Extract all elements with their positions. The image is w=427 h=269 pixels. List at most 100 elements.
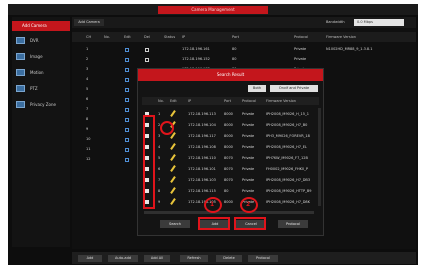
edit-icon[interactable] <box>125 158 129 162</box>
vertical-scrollbar[interactable] <box>318 108 321 206</box>
edit-icon[interactable] <box>125 108 129 112</box>
privacy-icon <box>16 101 25 108</box>
cell-no: 4 <box>158 145 161 149</box>
list-item[interactable]: 1 172.18.196.113 8000 Private IPH2008_M9026_… <box>142 109 319 119</box>
sidebar-item-label: Motion <box>30 70 44 75</box>
cell-no: 9 <box>158 200 161 204</box>
window-title: Camera Management <box>158 6 268 14</box>
bandwidth-label: Bandwidth <box>326 20 345 24</box>
protocol-filter-select[interactable]: Onvif and Private <box>270 85 318 92</box>
monitor-icon <box>16 37 25 44</box>
table-row[interactable]: 2 172.18.196.152 80 Private <box>72 55 416 64</box>
cell-firmware: IPH2008_M9026_H7_DB3 <box>266 178 311 182</box>
sidebar-item-privacy-zone[interactable]: Privacy Zone <box>12 98 70 111</box>
dialog-title: Search Result <box>138 69 323 81</box>
list-item[interactable]: 9 172.18.196.105 8000 Private IPH2008_M9026_… <box>142 197 319 207</box>
cell-protocol: Private <box>242 134 255 138</box>
sidebar-item-add-camera[interactable]: Add Camera <box>12 21 70 31</box>
list-item[interactable]: 6 172.18.196.101 8070 Private FH0002_M9026_F… <box>142 164 319 174</box>
cell-ch: 3 <box>86 67 89 71</box>
cell-port: 8000 <box>224 112 233 116</box>
edit-icon[interactable] <box>125 48 129 52</box>
edit-icon[interactable] <box>125 68 129 72</box>
cell-port: 8000 <box>224 123 233 127</box>
list-item[interactable]: 7 172.18.196.103 8070 Private IPH2008_M9026_… <box>142 175 319 185</box>
pencil-icon[interactable] <box>170 176 176 183</box>
highlight-circle <box>160 121 174 135</box>
table-row[interactable]: 1 172.18.196.161 80 Private N1002HD_MR88_9_1… <box>72 45 416 54</box>
sidebar-item-motion[interactable]: Motion <box>12 66 70 79</box>
cell-ch: 5 <box>86 87 89 91</box>
edit-icon[interactable] <box>125 98 129 102</box>
motion-icon <box>16 69 25 76</box>
pencil-icon[interactable] <box>170 187 176 194</box>
list-item[interactable]: 5 172.18.196.110 8070 Private IPH7KW_M9026_F… <box>142 153 319 163</box>
cell-firmware: IPH7KW_M9026_F7_12B <box>266 156 308 160</box>
sidebar-item-label: Image <box>30 54 43 59</box>
column-header: No. <box>104 35 110 39</box>
list-item[interactable]: 8 172.18.196.115 80 Private IPH2008_M9026_HT… <box>142 186 319 196</box>
edit-icon[interactable] <box>125 128 129 132</box>
edit-icon[interactable] <box>125 88 129 92</box>
cell-ip: 172.18.196.104 <box>188 123 216 127</box>
column-header: No. <box>158 99 164 103</box>
list-item[interactable]: 4 172.18.196.108 8000 Private IPH2008_M9026_… <box>142 142 319 152</box>
tab-add-camera[interactable]: Add Camera <box>74 19 104 26</box>
pencil-icon[interactable] <box>170 110 176 117</box>
delete-icon[interactable] <box>145 58 149 62</box>
horizontal-scrollbar[interactable] <box>144 211 314 214</box>
cell-port: 80 <box>232 57 237 61</box>
pencil-icon[interactable] <box>170 165 176 172</box>
edit-icon[interactable] <box>125 148 129 152</box>
cell-firmware: IPH3_M9026_FOREVR_18 <box>266 134 310 138</box>
delete-button[interactable]: Delete <box>216 255 242 262</box>
cell-ip: 172.18.196.161 <box>182 47 210 51</box>
refresh-button[interactable]: Refresh <box>180 255 208 262</box>
column-header: Firmware Version <box>266 99 297 103</box>
cell-ip: 172.18.196.152 <box>182 57 210 61</box>
cell-ip: 172.18.196.101 <box>188 167 216 171</box>
add-button[interactable]: Add <box>78 255 102 262</box>
delete-icon[interactable] <box>145 48 149 52</box>
cell-ch: 9 <box>86 127 89 131</box>
edit-icon[interactable] <box>125 138 129 142</box>
cell-protocol: Private <box>242 112 255 116</box>
cell-ch: 4 <box>86 77 89 81</box>
title-bar: Camera Management <box>8 4 418 15</box>
cell-port: 8070 <box>224 178 233 182</box>
auto-add-button[interactable]: Auto-add <box>108 255 138 262</box>
protocol-settings-button[interactable]: Protocol <box>278 220 308 228</box>
column-header: Port <box>224 99 231 103</box>
pencil-icon[interactable] <box>170 154 176 161</box>
cell-no: 3 <box>158 134 161 138</box>
cancel-button-highlight <box>234 217 266 230</box>
cell-ch: 7 <box>86 107 89 111</box>
pencil-icon[interactable] <box>170 198 176 205</box>
protocol-button[interactable]: Protocol <box>248 255 278 262</box>
column-header: CH <box>86 35 92 39</box>
cell-port: 8000 <box>224 145 233 149</box>
cell-ch: 12 <box>86 157 91 161</box>
sidebar-item-dvr[interactable]: DVR <box>12 34 70 47</box>
sidebar-item-image[interactable]: Image <box>12 50 70 63</box>
cell-ch: 2 <box>86 57 89 61</box>
annotation-number-1: 1 <box>210 201 215 208</box>
table-header: CH No. Edit Del Status IP Port Protocol … <box>72 32 416 42</box>
search-button[interactable]: Search <box>160 220 190 228</box>
sidebar-item-ptz[interactable]: PTZ <box>12 82 70 95</box>
edit-icon[interactable] <box>125 58 129 62</box>
add-all-button[interactable]: Add All <box>144 255 170 262</box>
cell-port: 8070 <box>224 156 233 160</box>
cell-ch: 11 <box>86 147 91 151</box>
cell-no: 7 <box>158 178 161 182</box>
cell-ch: 1 <box>86 47 89 51</box>
cell-firmware: IPH2008_M9026_HTTP_B9 <box>266 189 312 193</box>
edit-icon[interactable] <box>125 118 129 122</box>
pencil-icon[interactable] <box>170 143 176 150</box>
cell-firmware: FH0002_M9026_FHK0_P <box>266 167 309 171</box>
bandwidth-value: 0.0 Mbps <box>354 19 404 26</box>
cell-port: 80 <box>224 189 229 193</box>
annotation-circle-1: 1 <box>204 197 222 213</box>
filter-type[interactable]: Both <box>248 85 266 92</box>
edit-icon[interactable] <box>125 78 129 82</box>
